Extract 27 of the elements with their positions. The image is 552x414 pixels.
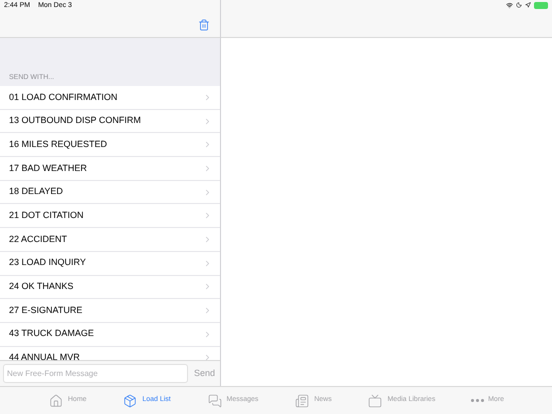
message-field[interactable]: New Free-Form Message [3,364,188,383]
form-list-item[interactable]: 24 OK THANKS [0,276,220,300]
chevron-icon [203,353,212,360]
chevron-icon [203,330,212,339]
chevron-icon [203,164,212,173]
wifi-icon [506,2,513,9]
chevron-icon [203,92,212,102]
chevron-icon [203,140,212,150]
form-list-item[interactable]: 44 ANNUAL MVR [0,346,220,360]
trash-icon[interactable] [198,18,210,32]
newspaper-icon [294,394,310,408]
chevron-icon [203,211,212,220]
chevron-icon [203,306,212,316]
tv-icon [367,394,384,408]
chat-bubbles-icon [206,394,223,408]
chevron-icon [203,258,212,268]
box-icon [122,394,138,408]
chevron-icon [203,234,212,244]
battery-icon [534,2,548,9]
more-icon [471,399,484,402]
chevron-icon [203,282,212,292]
house-icon [48,394,64,408]
chevron-icon [203,188,212,197]
chevron-icon [203,116,212,126]
moon-icon [516,2,522,8]
form-list-item[interactable]: 13 OUTBOUND DISP CONFIRM [0,110,220,134]
location-icon [525,2,531,8]
